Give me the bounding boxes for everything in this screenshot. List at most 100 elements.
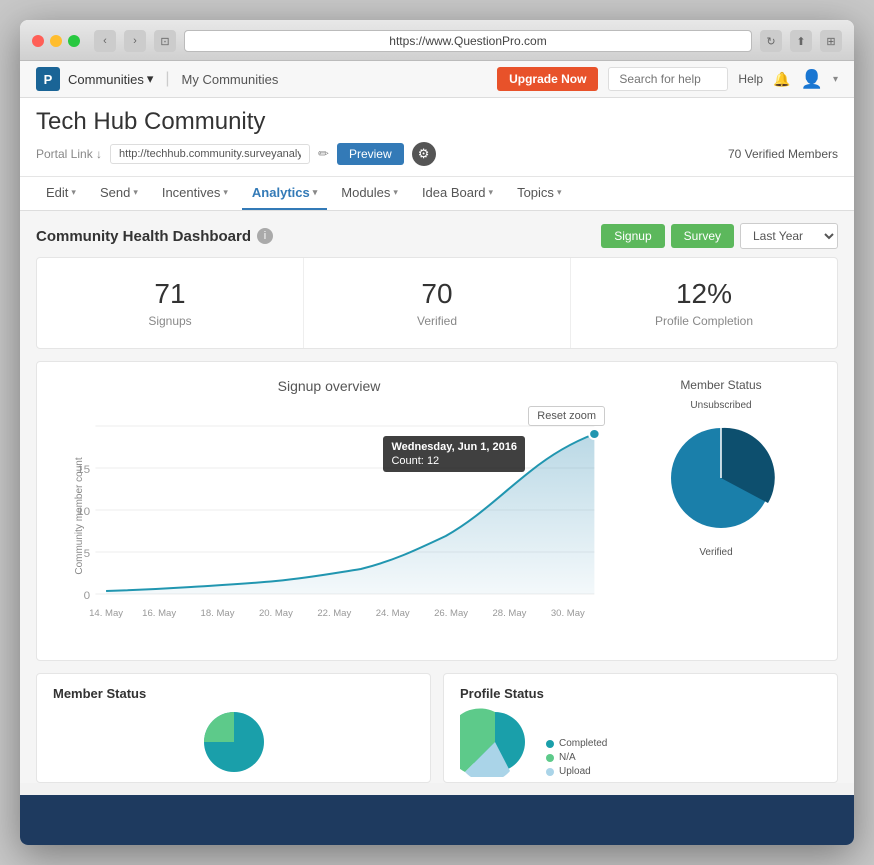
pie-chart-svg	[656, 413, 786, 543]
main-content: Community Health Dashboard i Signup Surv…	[20, 211, 854, 783]
chart-container: Community member count Reset zoom Wednes…	[53, 406, 605, 626]
user-avatar[interactable]: 👤	[801, 69, 823, 90]
edit-url-icon[interactable]: ✏	[318, 146, 329, 162]
profile-completion-value: 12%	[595, 278, 813, 310]
profile-status-card: Profile Status Completed	[443, 673, 838, 783]
y-axis-label: Community member count	[74, 457, 85, 574]
idea-board-caret: ▾	[489, 187, 494, 198]
refresh-button[interactable]: ↻	[760, 30, 782, 52]
verified-pie-label: Verified	[699, 547, 742, 558]
portal-link-label[interactable]: Portal Link ↓	[36, 147, 102, 161]
svg-text:0: 0	[84, 590, 90, 602]
stats-row: 71 Signups 70 Verified 12% Profile Compl…	[36, 257, 838, 349]
edit-caret: ▾	[71, 187, 76, 198]
nav-edit[interactable]: Edit ▾	[36, 177, 86, 210]
verified-stat: 70 Verified	[304, 258, 571, 348]
info-icon[interactable]: i	[257, 228, 273, 244]
member-status-card-title: Member Status	[53, 686, 414, 701]
page-header: Tech Hub Community Portal Link ↓ ✏ Previ…	[20, 98, 854, 177]
nav-topics[interactable]: Topics ▾	[507, 177, 571, 210]
nav-incentives[interactable]: Incentives ▾	[152, 177, 238, 210]
svg-text:28. May: 28. May	[492, 608, 526, 618]
portal-row: Portal Link ↓ ✏ Preview ⚙ 70 Verified Me…	[36, 142, 838, 166]
legend-completed: Completed	[546, 738, 607, 749]
maximize-button[interactable]	[68, 35, 80, 47]
send-caret: ▾	[133, 187, 138, 198]
dashboard-title-row: Community Health Dashboard i	[36, 228, 273, 245]
logo: P	[36, 67, 60, 91]
forward-button[interactable]: ›	[124, 30, 146, 52]
signup-overview-chart: Signup overview Community member count R…	[53, 378, 605, 644]
topics-caret: ▾	[557, 187, 562, 198]
browser-window: ‹ › ⊡ https://www.QuestionPro.com ↻ ⬆ ⊞ …	[20, 20, 854, 845]
survey-filter-button[interactable]: Survey	[671, 224, 734, 248]
dashboard-title: Community Health Dashboard	[36, 228, 251, 245]
member-status-mini-pie	[199, 707, 269, 777]
search-input[interactable]	[608, 67, 728, 91]
minimize-button[interactable]	[50, 35, 62, 47]
navbar-right: Upgrade Now Help 🔔 👤 ▾	[497, 67, 838, 91]
pie-chart-wrapper: Unsubscribed Verified	[621, 400, 821, 558]
profile-completion-stat: 12% Profile Completion	[571, 258, 837, 348]
communities-nav[interactable]: Communities ▾	[68, 71, 153, 87]
reset-zoom-button[interactable]: Reset zoom	[528, 406, 605, 426]
signups-label: Signups	[61, 314, 279, 328]
nav-modules[interactable]: Modules ▾	[331, 177, 408, 210]
svg-text:16. May: 16. May	[142, 608, 176, 618]
back-button[interactable]: ‹	[94, 30, 116, 52]
dashboard-actions: Signup Survey Last Year Last Month Last …	[601, 223, 838, 249]
svg-text:30. May: 30. May	[551, 608, 585, 618]
chart-title: Signup overview	[53, 378, 605, 394]
line-chart-svg: 0 5 10 15 14. May 16. May 18. May 20. Ma…	[53, 406, 605, 626]
incentives-caret: ▾	[223, 187, 228, 198]
member-status-pie-section: Member Status Unsubscribed Verified	[621, 378, 821, 644]
signup-filter-button[interactable]: Signup	[601, 224, 664, 248]
view-button[interactable]: ⊡	[154, 30, 176, 52]
my-communities-link[interactable]: My Communities	[182, 72, 279, 87]
profile-legend: Completed N/A Upload	[546, 738, 607, 777]
svg-text:26. May: 26. May	[434, 608, 468, 618]
nav-idea-board[interactable]: Idea Board ▾	[412, 177, 503, 210]
upload-dot	[546, 768, 554, 776]
app-content: P Communities ▾ | My Communities Upgrade…	[20, 61, 854, 845]
svg-text:20. May: 20. May	[259, 608, 293, 618]
dark-footer	[20, 795, 854, 845]
unsubscribed-pie-label: Unsubscribed	[690, 400, 751, 411]
url-bar[interactable]: https://www.QuestionPro.com	[184, 30, 752, 52]
svg-text:24. May: 24. May	[376, 608, 410, 618]
nav-send[interactable]: Send ▾	[90, 177, 148, 210]
verified-value: 70	[328, 278, 546, 310]
period-selector[interactable]: Last Year Last Month Last Week	[740, 223, 838, 249]
signups-stat: 71 Signups	[37, 258, 304, 348]
bookmark-button[interactable]: ⊞	[820, 30, 842, 52]
bottom-row: Member Status Profile Status	[36, 673, 838, 783]
svg-text:22. May: 22. May	[317, 608, 351, 618]
share-button[interactable]: ⬆	[790, 30, 812, 52]
profile-status-chart: Completed N/A Upload	[460, 707, 821, 777]
portal-url-input[interactable]	[110, 144, 310, 164]
nav-divider: |	[165, 70, 169, 88]
legend-upload: Upload	[546, 766, 607, 777]
svg-text:18. May: 18. May	[201, 608, 235, 618]
na-dot	[546, 754, 554, 762]
bell-icon[interactable]: 🔔	[773, 71, 790, 88]
svg-text:14. May: 14. May	[89, 608, 123, 618]
dashboard-header: Community Health Dashboard i Signup Surv…	[36, 211, 838, 257]
member-status-pie-title: Member Status	[621, 378, 821, 392]
profile-completion-label: Profile Completion	[595, 314, 813, 328]
settings-button[interactable]: ⚙	[412, 142, 436, 166]
upgrade-button[interactable]: Upgrade Now	[497, 67, 598, 91]
traffic-lights	[32, 35, 80, 47]
secondary-nav: Edit ▾ Send ▾ Incentives ▾ Analytics ▾ M…	[20, 177, 854, 211]
close-button[interactable]	[32, 35, 44, 47]
completed-dot	[546, 740, 554, 748]
top-navbar: P Communities ▾ | My Communities Upgrade…	[20, 61, 854, 98]
browser-titlebar: ‹ › ⊡ https://www.QuestionPro.com ↻ ⬆ ⊞	[20, 20, 854, 61]
analytics-caret: ▾	[313, 187, 318, 198]
legend-na: N/A	[546, 752, 607, 763]
member-status-card: Member Status	[36, 673, 431, 783]
preview-button[interactable]: Preview	[337, 143, 404, 165]
verified-members-count: 70 Verified Members	[728, 147, 838, 161]
help-link[interactable]: Help	[738, 72, 763, 86]
nav-analytics[interactable]: Analytics ▾	[242, 177, 327, 210]
